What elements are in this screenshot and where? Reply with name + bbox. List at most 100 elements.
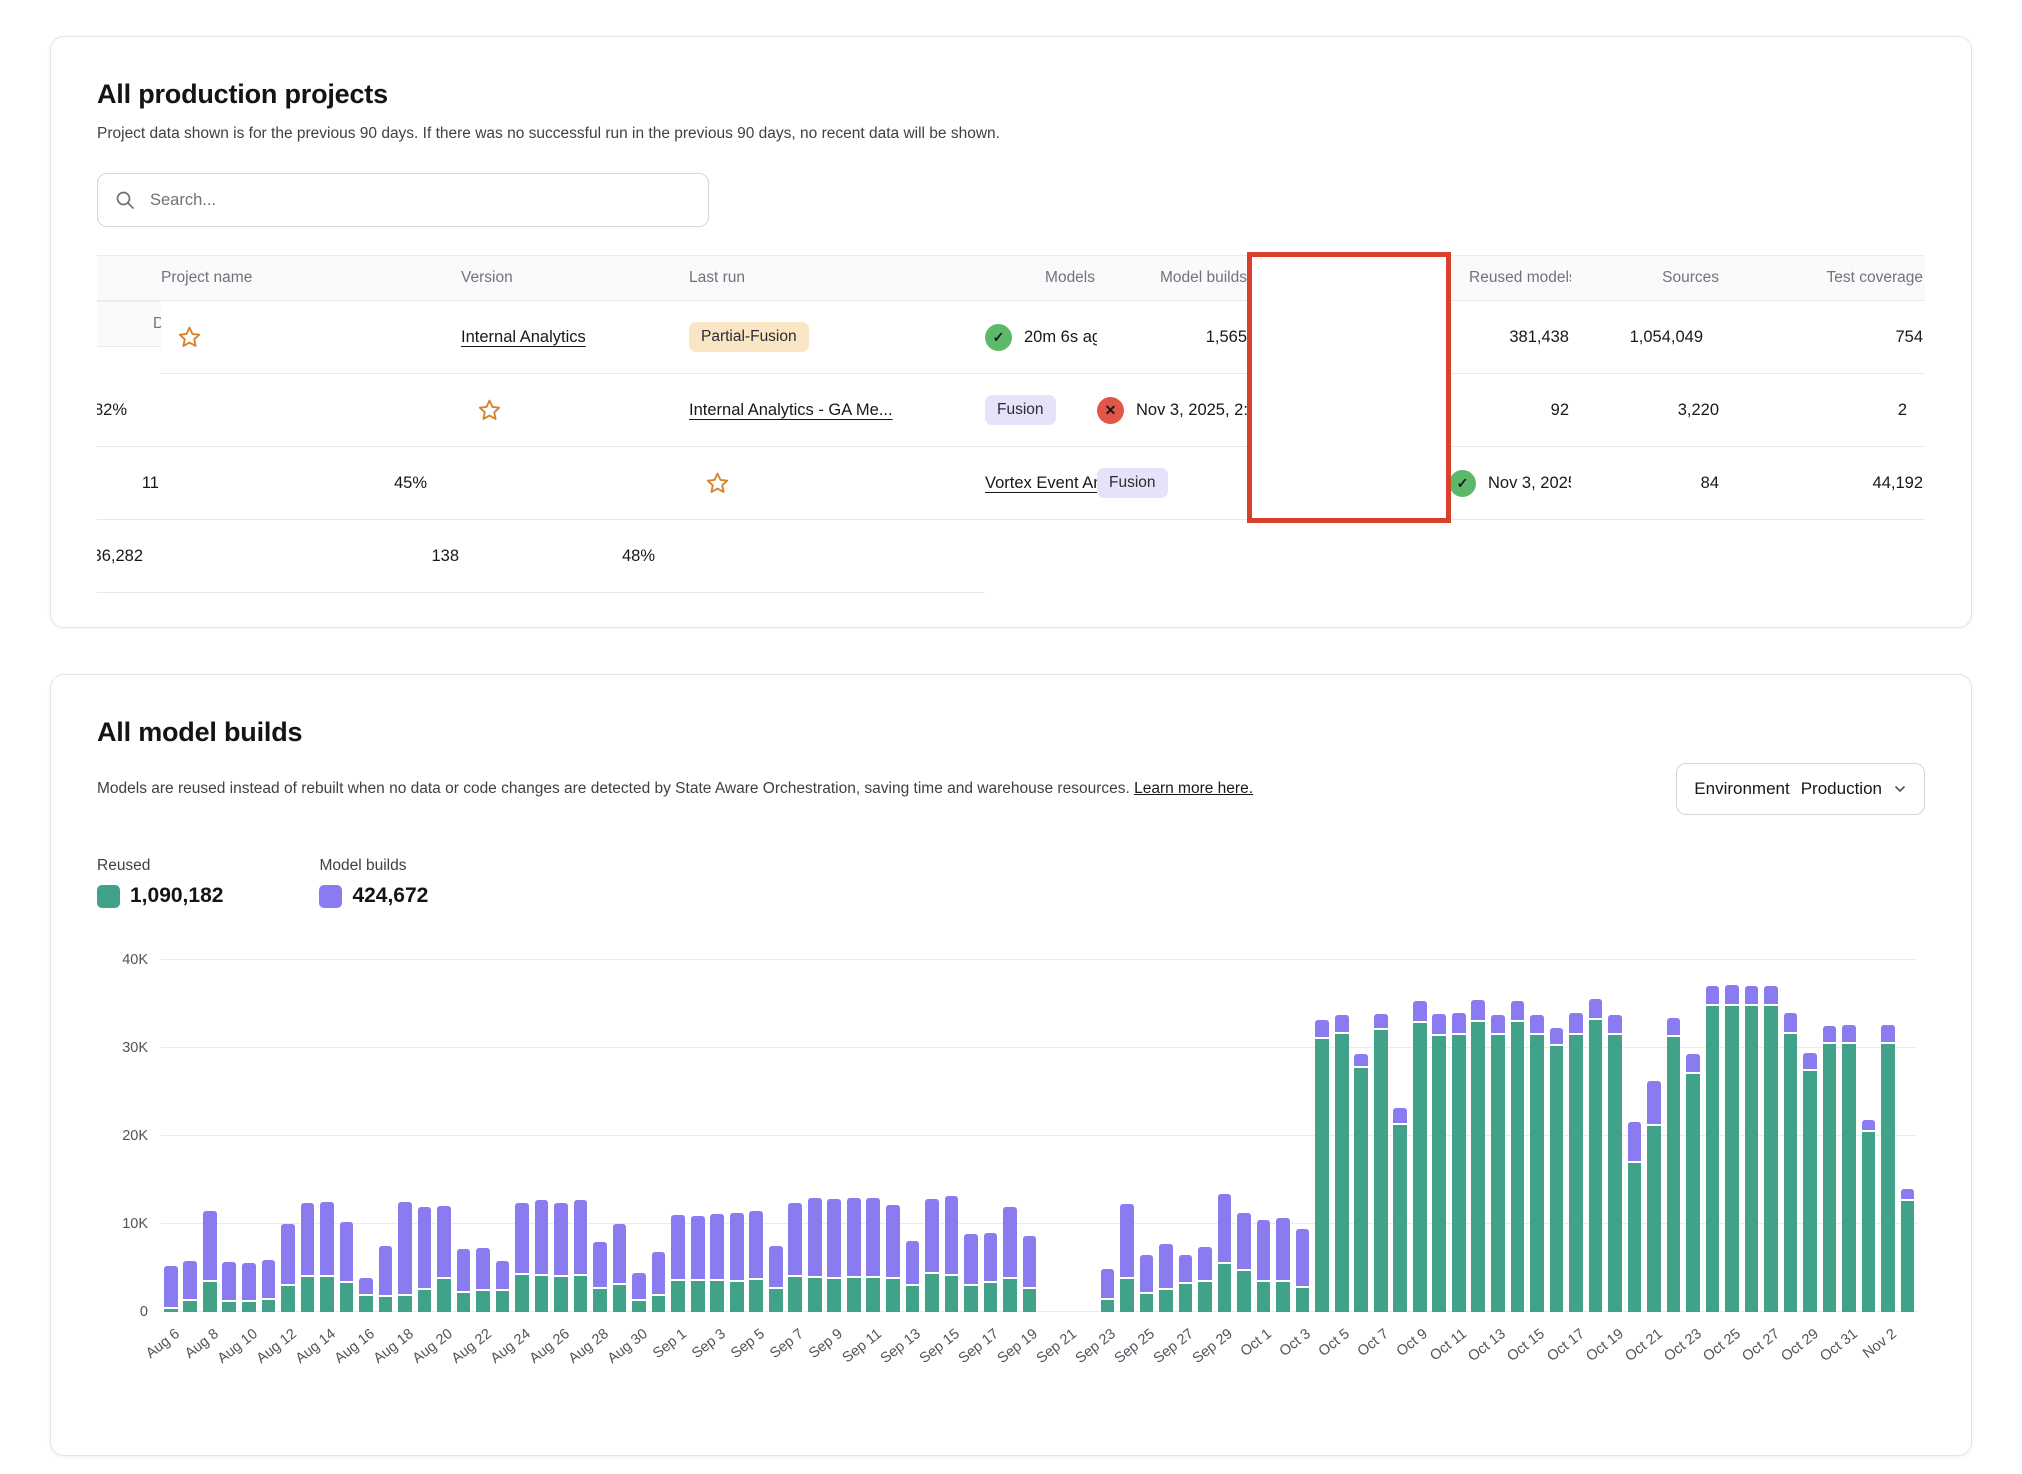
bar-slot[interactable] bbox=[1293, 960, 1313, 1312]
table-row-favorite[interactable] bbox=[461, 374, 689, 447]
bar-slot[interactable] bbox=[298, 960, 318, 1312]
bar-slot[interactable] bbox=[1664, 960, 1684, 1312]
bar-slot[interactable] bbox=[1059, 960, 1079, 1312]
bar-slot[interactable] bbox=[571, 960, 591, 1312]
bar-slot[interactable] bbox=[200, 960, 220, 1312]
bar-slot[interactable] bbox=[629, 960, 649, 1312]
project-name-link[interactable]: Vortex Event Analytics bbox=[985, 474, 1097, 493]
bar-slot[interactable] bbox=[1566, 960, 1586, 1312]
bar-slot[interactable] bbox=[1781, 960, 1801, 1312]
bar-slot[interactable] bbox=[688, 960, 708, 1312]
bar-slot[interactable] bbox=[590, 960, 610, 1312]
bar-slot[interactable] bbox=[1117, 960, 1137, 1312]
bar-slot[interactable] bbox=[746, 960, 766, 1312]
bar-slot[interactable] bbox=[1859, 960, 1879, 1312]
bar-slot[interactable] bbox=[239, 960, 259, 1312]
bar-slot[interactable] bbox=[337, 960, 357, 1312]
bar-slot[interactable] bbox=[1234, 960, 1254, 1312]
bar-slot[interactable] bbox=[473, 960, 493, 1312]
bar-slot[interactable] bbox=[1430, 960, 1450, 1312]
bar-slot[interactable] bbox=[278, 960, 298, 1312]
bar-slot[interactable] bbox=[532, 960, 552, 1312]
bar-slot[interactable] bbox=[376, 960, 396, 1312]
table-row-favorite[interactable] bbox=[161, 301, 461, 374]
bar-slot[interactable] bbox=[825, 960, 845, 1312]
search-input[interactable] bbox=[148, 190, 691, 211]
table-row-favorite[interactable] bbox=[689, 447, 985, 520]
bar-slot[interactable] bbox=[1449, 960, 1469, 1312]
bar-slot[interactable] bbox=[1839, 960, 1859, 1312]
star-icon[interactable] bbox=[476, 397, 503, 424]
environment-select[interactable]: Environment Production bbox=[1676, 763, 1925, 815]
learn-more-link[interactable]: Learn more here. bbox=[1134, 780, 1253, 797]
bar-slot[interactable] bbox=[1312, 960, 1332, 1312]
bar-slot[interactable] bbox=[220, 960, 240, 1312]
bar-slot[interactable] bbox=[1742, 960, 1762, 1312]
bar-slot[interactable] bbox=[766, 960, 786, 1312]
bar-slot[interactable] bbox=[1605, 960, 1625, 1312]
bar-slot[interactable] bbox=[1332, 960, 1352, 1312]
bar-slot[interactable] bbox=[1039, 960, 1059, 1312]
bar-slot[interactable] bbox=[903, 960, 923, 1312]
bar-slot[interactable] bbox=[1761, 960, 1781, 1312]
bar-slot[interactable] bbox=[356, 960, 376, 1312]
bar-slot[interactable] bbox=[1273, 960, 1293, 1312]
bar-slot[interactable] bbox=[1586, 960, 1606, 1312]
bar-slot[interactable] bbox=[181, 960, 201, 1312]
bar-slot[interactable] bbox=[1351, 960, 1371, 1312]
bar-slot[interactable] bbox=[1703, 960, 1723, 1312]
bar-slot[interactable] bbox=[434, 960, 454, 1312]
bar-slot[interactable] bbox=[707, 960, 727, 1312]
bar-slot[interactable] bbox=[317, 960, 337, 1312]
bar-slot[interactable] bbox=[1156, 960, 1176, 1312]
bar-slot[interactable] bbox=[1195, 960, 1215, 1312]
bar-slot[interactable] bbox=[1469, 960, 1489, 1312]
project-name-link[interactable]: Internal Analytics bbox=[461, 328, 586, 347]
bar-slot[interactable] bbox=[1176, 960, 1196, 1312]
bar-slot[interactable] bbox=[1390, 960, 1410, 1312]
bar-slot[interactable] bbox=[512, 960, 532, 1312]
bar-slot[interactable] bbox=[1020, 960, 1040, 1312]
bar-slot[interactable] bbox=[864, 960, 884, 1312]
bar-slot[interactable] bbox=[259, 960, 279, 1312]
bar-slot[interactable] bbox=[1898, 960, 1918, 1312]
bar-slot[interactable] bbox=[415, 960, 435, 1312]
bar-slot[interactable] bbox=[1508, 960, 1528, 1312]
bar-slot[interactable] bbox=[942, 960, 962, 1312]
bar-slot[interactable] bbox=[981, 960, 1001, 1312]
bar-slot[interactable] bbox=[493, 960, 513, 1312]
star-icon[interactable] bbox=[704, 470, 731, 497]
bar-slot[interactable] bbox=[1644, 960, 1664, 1312]
bar-slot[interactable] bbox=[1098, 960, 1118, 1312]
bar-slot[interactable] bbox=[551, 960, 571, 1312]
bar-slot[interactable] bbox=[395, 960, 415, 1312]
star-icon[interactable] bbox=[176, 324, 203, 351]
bar-slot[interactable] bbox=[1527, 960, 1547, 1312]
bar-slot[interactable] bbox=[1215, 960, 1235, 1312]
bar-slot[interactable] bbox=[1371, 960, 1391, 1312]
project-name-link[interactable]: Internal Analytics - GA Me... bbox=[689, 401, 893, 420]
bar-slot[interactable] bbox=[1722, 960, 1742, 1312]
bar-slot[interactable] bbox=[161, 960, 181, 1312]
bar-slot[interactable] bbox=[727, 960, 747, 1312]
bar-slot[interactable] bbox=[922, 960, 942, 1312]
bar-slot[interactable] bbox=[786, 960, 806, 1312]
bar-slot[interactable] bbox=[1000, 960, 1020, 1312]
model-builds-chart[interactable]: 010K20K30K40K Aug 6Aug 8Aug 10Aug 12Aug … bbox=[97, 960, 1925, 1404]
bar-slot[interactable] bbox=[610, 960, 630, 1312]
bar-slot[interactable] bbox=[649, 960, 669, 1312]
bar-slot[interactable] bbox=[1488, 960, 1508, 1312]
bar-slot[interactable] bbox=[1078, 960, 1098, 1312]
bar-slot[interactable] bbox=[1878, 960, 1898, 1312]
bar-slot[interactable] bbox=[1625, 960, 1645, 1312]
bar-slot[interactable] bbox=[1547, 960, 1567, 1312]
bar-slot[interactable] bbox=[1137, 960, 1157, 1312]
bar-slot[interactable] bbox=[883, 960, 903, 1312]
bar-slot[interactable] bbox=[668, 960, 688, 1312]
bar-slot[interactable] bbox=[805, 960, 825, 1312]
bar-slot[interactable] bbox=[844, 960, 864, 1312]
search-box[interactable] bbox=[97, 173, 709, 227]
bar-slot[interactable] bbox=[1800, 960, 1820, 1312]
bar-slot[interactable] bbox=[454, 960, 474, 1312]
bar-slot[interactable] bbox=[1254, 960, 1274, 1312]
